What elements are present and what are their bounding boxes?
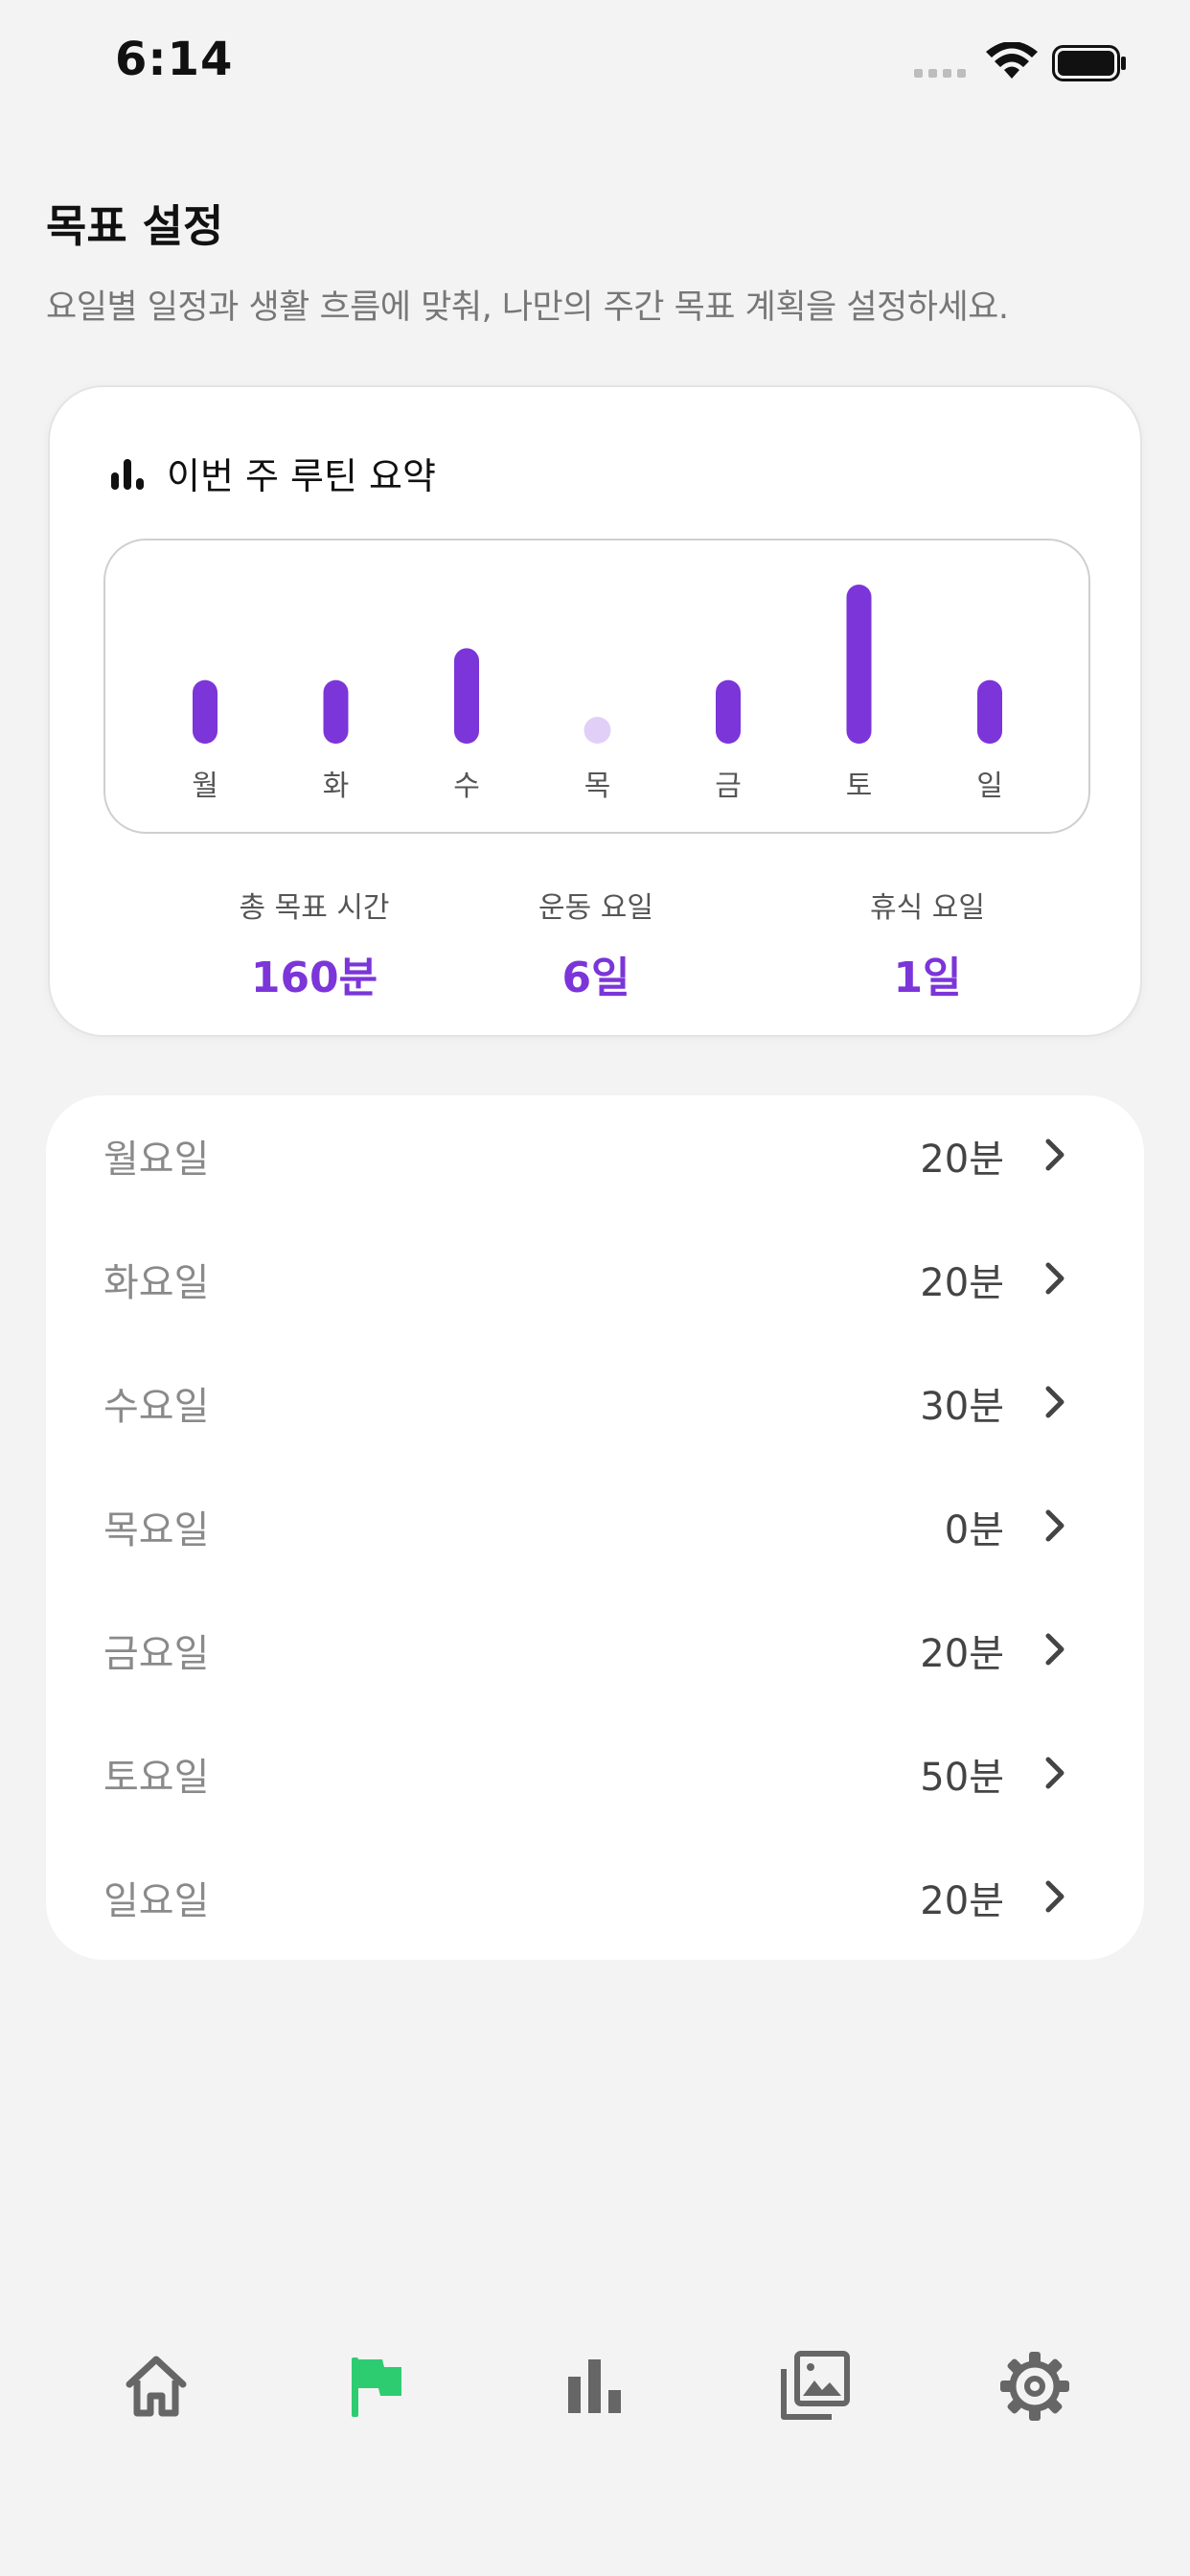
chart-tick-label: 토 — [846, 770, 873, 803]
flag-icon — [352, 2358, 401, 2417]
day-row-friday[interactable]: 금요일 20분 — [46, 1590, 1144, 1714]
day-row-wednesday[interactable]: 수요일 30분 — [46, 1343, 1144, 1466]
tab-home[interactable] — [99, 2329, 214, 2444]
day-value: 20분 — [920, 1138, 1004, 1182]
chart-tick-label: 일 — [976, 770, 1003, 803]
stat-rest-days: 휴식 요일 1일 — [784, 884, 1071, 1004]
chevron-right-icon — [1045, 1633, 1064, 1666]
chart-tick-label: 수 — [453, 770, 480, 803]
chevron-right-icon — [1045, 1386, 1064, 1418]
day-row-monday[interactable]: 월요일 20분 — [46, 1095, 1144, 1219]
stat-value: 6일 — [561, 954, 630, 1002]
battery-icon — [1052, 45, 1126, 81]
tab-stats[interactable] — [538, 2329, 652, 2444]
stat-value: 160분 — [250, 954, 378, 1002]
chevron-right-icon — [1045, 1509, 1064, 1542]
day-name: 일요일 — [103, 1879, 210, 1923]
stat-label: 총 목표 시간 — [239, 891, 390, 925]
weekly-summary-card: 이번 주 루틴 요약 월 화 수 목 금 토 일 총 목표 시간 160분 운동 요일 6일… — [48, 385, 1142, 1037]
home-icon — [126, 2356, 187, 2417]
chart-tick-label: 월 — [192, 770, 218, 803]
tab-settings[interactable] — [977, 2329, 1092, 2444]
settings-icon — [1000, 2352, 1069, 2421]
chart-bar — [977, 679, 1002, 744]
day-row-thursday[interactable]: 목요일 0분 — [46, 1466, 1144, 1590]
chevron-right-icon — [1045, 1757, 1064, 1789]
day-value: 20분 — [920, 1261, 1004, 1305]
day-name: 목요일 — [103, 1508, 210, 1552]
chart-bar — [716, 679, 741, 744]
day-row-tuesday[interactable]: 화요일 20분 — [46, 1219, 1144, 1343]
page-header: 목표 설정 요일별 일정과 생활 흐름에 맞춰, 나만의 주간 목표 계획을 설… — [46, 192, 1148, 329]
day-name: 수요일 — [103, 1385, 210, 1429]
day-name: 화요일 — [103, 1261, 210, 1305]
chevron-right-icon — [1045, 1262, 1064, 1295]
stat-label: 휴식 요일 — [870, 891, 985, 925]
day-row-sunday[interactable]: 일요일 20분 — [46, 1837, 1144, 1961]
day-row-saturday[interactable]: 토요일 50분 — [46, 1714, 1144, 1837]
chart-tick-label: 금 — [715, 770, 742, 803]
status-time: 6:14 — [115, 33, 234, 86]
chart-tick-label: 화 — [323, 770, 350, 803]
day-value: 20분 — [920, 1632, 1004, 1676]
tab-gallery[interactable] — [757, 2329, 872, 2444]
day-value: 20분 — [920, 1879, 1004, 1923]
day-value: 0분 — [944, 1508, 1004, 1552]
summary-title: 이번 주 루틴 요약 — [167, 455, 436, 497]
page-title: 목표 설정 — [46, 200, 224, 252]
summary-stats: 총 목표 시간 160분 운동 요일 6일 휴식 요일 1일 — [50, 884, 1144, 1008]
status-bar: 6:14 — [0, 0, 1190, 134]
bar-chart-icon — [111, 458, 144, 490]
day-goal-list: 월요일 20분 화요일 20분 수요일 30분 목요일 0분 금요일 20분 토… — [46, 1095, 1144, 1960]
stat-label: 운동 요일 — [538, 891, 653, 925]
chevron-right-icon — [1045, 1138, 1064, 1171]
bottom-tab-bar — [0, 2329, 1190, 2444]
stat-total-time: 총 목표 시간 160분 — [171, 884, 458, 1004]
day-value: 50분 — [920, 1756, 1004, 1800]
wifi-icon — [986, 42, 1038, 79]
summary-header: 이번 주 루틴 요약 — [109, 447, 436, 499]
stats-icon — [568, 2359, 621, 2413]
stat-value: 1일 — [893, 954, 962, 1002]
gallery-icon — [781, 2351, 850, 2420]
day-value: 30분 — [920, 1385, 1004, 1429]
tab-goals[interactable] — [319, 2329, 434, 2444]
day-name: 토요일 — [103, 1756, 210, 1800]
day-name: 금요일 — [103, 1632, 210, 1676]
chart-bar — [846, 585, 872, 744]
stat-workout-days: 운동 요일 6일 — [452, 884, 740, 1004]
weekly-chart-svg: 월화수목금토일 — [192, 585, 1003, 803]
page-subtitle: 요일별 일정과 생활 흐름에 맞춰, 나만의 주간 목표 계획을 설정하세요. — [46, 288, 1009, 327]
chart-bar — [193, 679, 217, 744]
day-name: 월요일 — [103, 1138, 210, 1182]
chevron-right-icon — [1045, 1880, 1064, 1913]
chart-bar — [584, 717, 611, 744]
chart-bar — [323, 679, 349, 744]
chart-tick-label: 목 — [584, 770, 611, 803]
weekly-chart: 월화수목금토일 — [103, 539, 1090, 834]
cellular-signal-icon — [914, 69, 966, 78]
chart-bar — [454, 648, 479, 744]
